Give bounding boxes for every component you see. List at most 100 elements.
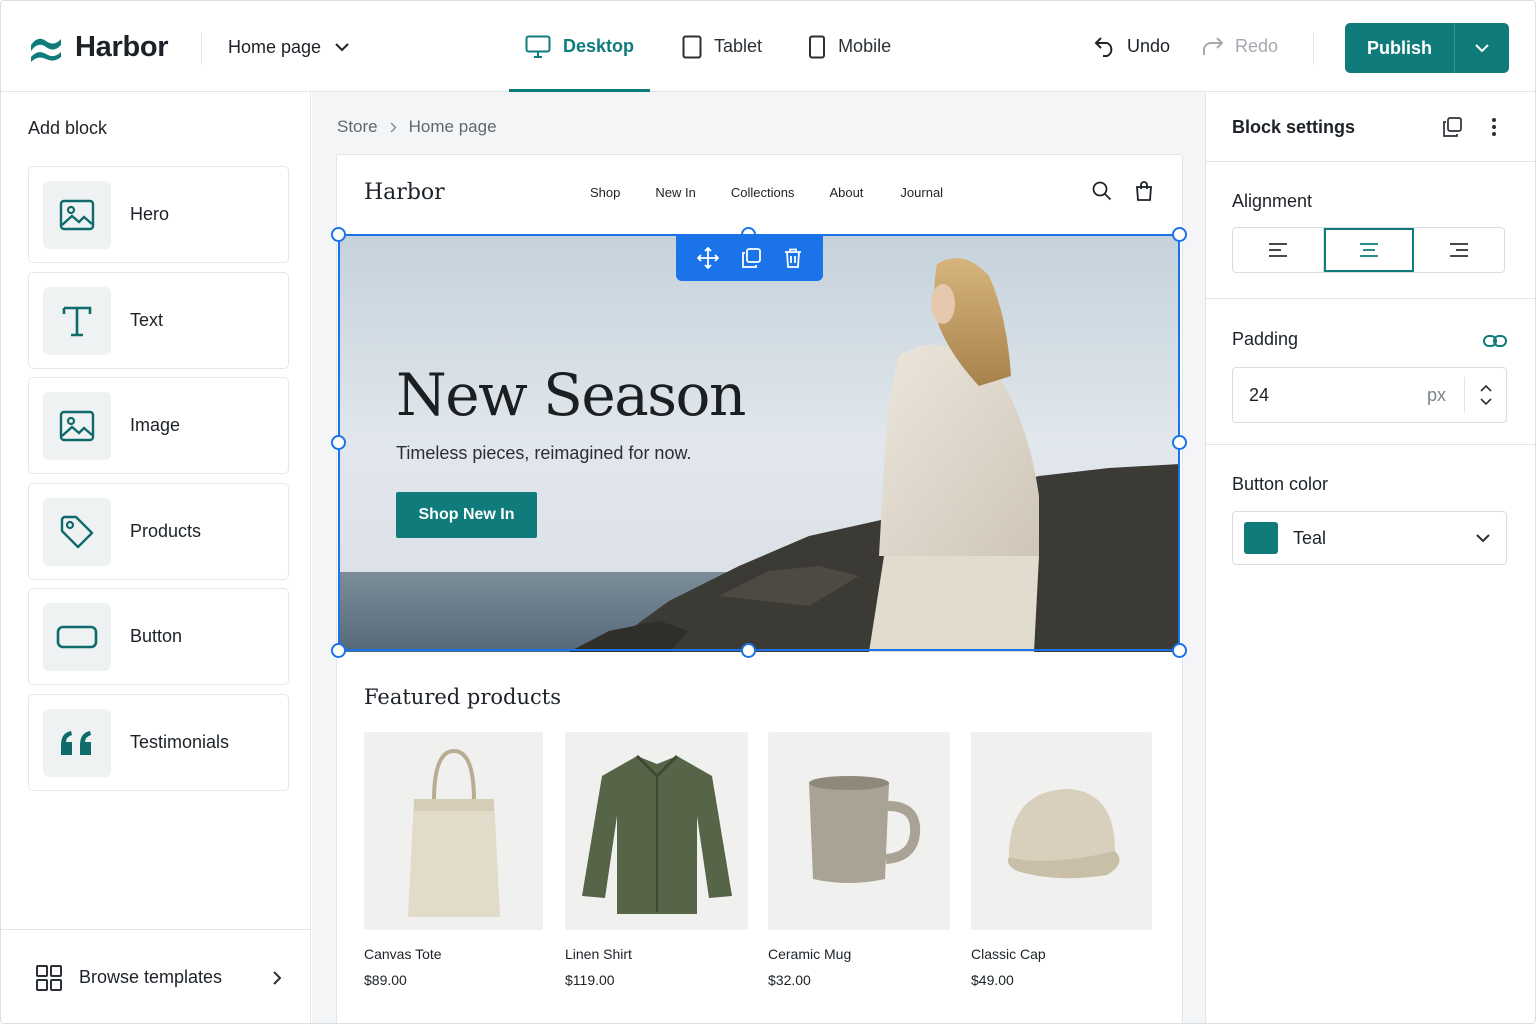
product-image-mug: [768, 732, 950, 930]
move-icon[interactable]: [697, 246, 720, 269]
breadcrumb-current-page: Home page: [408, 117, 497, 136]
app-name: Harbor: [75, 31, 169, 63]
link-icon[interactable]: [1483, 334, 1507, 348]
block-label: Hero: [130, 204, 170, 224]
product-price: $89.00: [364, 972, 407, 988]
monitor-icon: [525, 35, 551, 58]
product-image-shirt: [565, 732, 748, 930]
block-hero[interactable]: Hero: [28, 166, 289, 263]
redo-label: Redo: [1235, 35, 1279, 56]
resize-handle-bottom[interactable]: [741, 643, 756, 658]
padding-input[interactable]: 24 px: [1232, 367, 1507, 423]
undo-icon: [1094, 37, 1113, 57]
trash-icon[interactable]: [784, 248, 802, 268]
padding-unit: px: [1426, 384, 1446, 405]
chevron-down-icon: [1475, 43, 1489, 52]
button-color-select[interactable]: Teal: [1232, 511, 1507, 565]
text-icon: [43, 286, 111, 355]
publish-options-button[interactable]: [1455, 23, 1509, 73]
browse-templates-button[interactable]: Browse templates: [1, 929, 310, 1023]
resize-handle-top-left[interactable]: [331, 227, 346, 242]
add-block-panel: Add block Hero Text Image Products Butto…: [1, 92, 311, 1023]
undo-label: Undo: [1127, 35, 1171, 56]
store-nav-new-in[interactable]: New In: [655, 185, 695, 200]
shopping-bag-icon[interactable]: [1134, 181, 1154, 201]
store-brand[interactable]: Harbor: [364, 180, 445, 205]
product-card[interactable]: Ceramic Mug $32.00: [768, 732, 950, 988]
block-label: Button: [130, 626, 183, 646]
chevron-up-icon[interactable]: [1479, 385, 1492, 392]
product-price: $32.00: [768, 972, 811, 988]
hero-subtitle: Timeless pieces, reimagined for now.: [396, 443, 692, 463]
duplicate-icon[interactable]: [741, 247, 762, 268]
hero-cta-button[interactable]: Shop New In: [396, 492, 537, 538]
hero-section[interactable]: New Season Timeless pieces, reimagined f…: [339, 236, 1180, 652]
store-nav-shop[interactable]: Shop: [590, 185, 620, 200]
padding-label: Padding: [1232, 329, 1299, 349]
divider: [201, 33, 202, 65]
block-testimonials[interactable]: Testimonials: [28, 694, 289, 791]
align-right-button[interactable]: [1414, 228, 1504, 272]
padding-value: 24: [1249, 384, 1270, 405]
resize-handle-bottom-right[interactable]: [1172, 643, 1187, 658]
store-nav-collections[interactable]: Collections: [731, 185, 795, 200]
store-nav-about[interactable]: About: [829, 185, 863, 200]
chevron-right-icon: [273, 970, 282, 985]
top-bar: Harbor Home page Desktop Tablet Mobile U…: [1, 1, 1535, 92]
color-swatch: [1244, 522, 1278, 554]
product-card[interactable]: Classic Cap $49.00: [971, 732, 1152, 988]
breadcrumb: Store Home page: [337, 117, 497, 137]
block-image[interactable]: Image: [28, 377, 289, 474]
product-name: Linen Shirt: [565, 946, 632, 962]
undo-button[interactable]: Undo: [1093, 35, 1170, 57]
settings-title: Block settings: [1232, 117, 1356, 137]
more-options-icon[interactable]: [1491, 117, 1497, 137]
store-header-icons: [1092, 181, 1154, 201]
product-name: Ceramic Mug: [768, 946, 852, 962]
resize-handle-top-right[interactable]: [1172, 227, 1187, 242]
publish-button[interactable]: Publish: [1345, 23, 1454, 73]
button-icon: [43, 602, 111, 671]
block-settings-panel: Block settings Alignment Padding 24 px B…: [1205, 92, 1535, 1023]
chevron-down-icon: [1476, 533, 1490, 542]
copy-settings-icon[interactable]: [1442, 117, 1462, 137]
align-center-button[interactable]: [1324, 228, 1414, 272]
store-nav-links: Shop New In Collections About Journal: [590, 185, 943, 200]
settings-header: Block settings: [1206, 92, 1535, 162]
resize-handle-bottom-left[interactable]: [331, 643, 346, 658]
publish-button-group: Publish: [1345, 23, 1509, 73]
product-name: Canvas Tote: [364, 946, 442, 962]
product-card[interactable]: Canvas Tote $89.00: [364, 732, 543, 988]
block-text[interactable]: Text: [28, 272, 289, 369]
grid-icon: [36, 964, 62, 991]
alignment-label: Alignment: [1232, 191, 1313, 211]
block-label: Products: [130, 521, 202, 541]
product-card[interactable]: Linen Shirt $119.00: [565, 732, 748, 988]
align-center-icon: [1360, 243, 1378, 257]
chevron-down-icon[interactable]: [1479, 398, 1492, 405]
resize-handle-left[interactable]: [331, 435, 346, 450]
align-left-button[interactable]: [1233, 228, 1324, 272]
page-select-dropdown[interactable]: Home page: [228, 37, 349, 58]
harbor-logo-icon: [31, 38, 61, 62]
redo-button[interactable]: Redo: [1201, 35, 1278, 57]
tab-desktop[interactable]: Desktop: [509, 1, 651, 92]
tab-tablet[interactable]: Tablet: [666, 1, 778, 92]
store-header: Harbor Shop New In Collections About Jou…: [337, 155, 1182, 235]
block-products[interactable]: Products: [28, 483, 289, 580]
button-color-value: Teal: [1293, 527, 1327, 548]
resize-handle-right[interactable]: [1172, 435, 1187, 450]
search-icon[interactable]: [1092, 181, 1112, 201]
tab-mobile[interactable]: Mobile: [792, 1, 907, 92]
padding-stepper: [1464, 377, 1506, 413]
redo-icon: [1203, 37, 1224, 55]
block-button[interactable]: Button: [28, 588, 289, 685]
store-nav-journal[interactable]: Journal: [900, 185, 943, 200]
tag-icon: [43, 497, 111, 566]
page-select-label: Home page: [228, 37, 322, 57]
breadcrumb-store[interactable]: Store: [337, 117, 378, 137]
image-icon: [43, 391, 111, 460]
divider: [1313, 33, 1314, 65]
block-label: Image: [130, 415, 181, 435]
device-tabs: Desktop Tablet Mobile: [509, 1, 907, 92]
